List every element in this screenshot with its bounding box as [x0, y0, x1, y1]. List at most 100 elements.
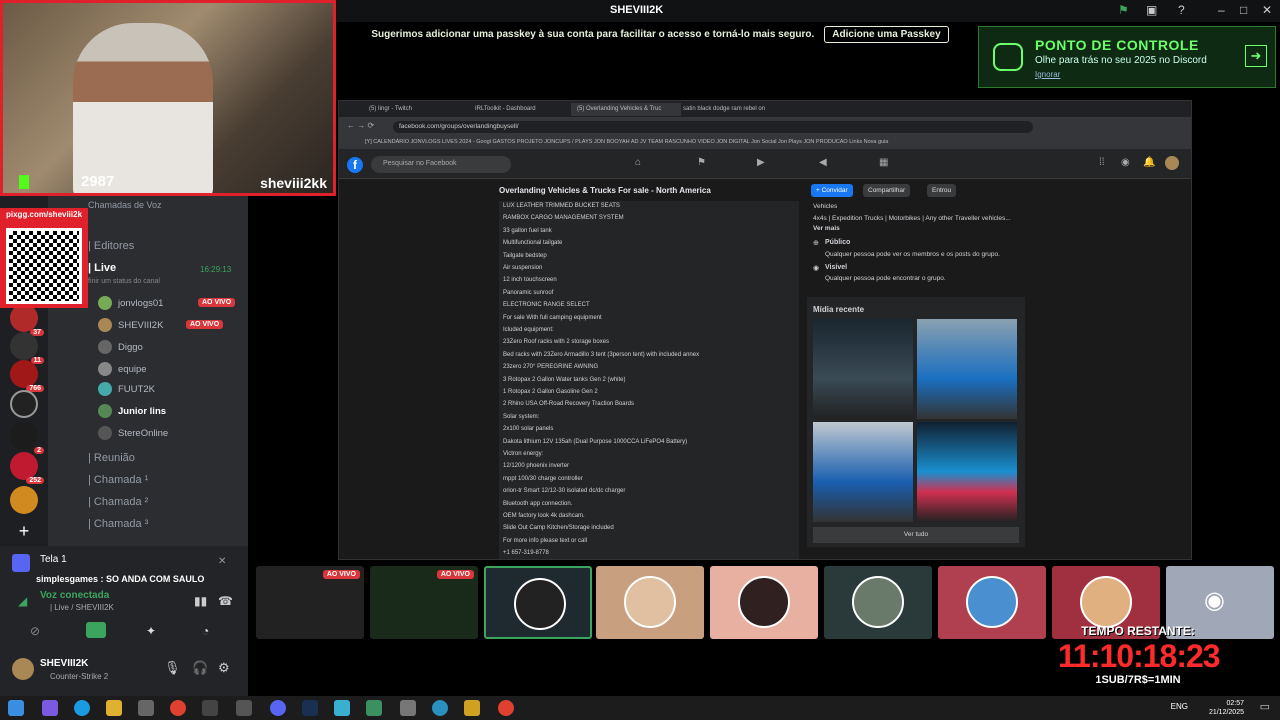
media-photo[interactable] [813, 319, 913, 419]
voice-user[interactable]: Diggo [98, 340, 143, 354]
notification-icon[interactable]: ▭ [1260, 700, 1270, 713]
participant-tile[interactable] [484, 566, 592, 639]
messenger-icon[interactable]: ◉ [1121, 157, 1130, 168]
invite-button[interactable]: + Convidar [811, 184, 853, 197]
server-icon[interactable] [10, 390, 38, 418]
voice-user[interactable]: Junior lins [98, 404, 166, 418]
media-photo[interactable] [813, 422, 913, 522]
channel-status-hint[interactable]: finir um status do canal [88, 278, 160, 285]
close-button[interactable]: ✕ [1262, 3, 1272, 17]
post-line: +1 657-319-8778 [503, 550, 549, 557]
close-icon[interactable]: ✕ [218, 556, 226, 567]
edge-icon[interactable] [74, 700, 90, 716]
soundboard-icon[interactable]: ◔ [202, 624, 209, 638]
help-icon[interactable]: ? [1178, 3, 1185, 17]
see-more-link[interactable]: Ver mais [813, 225, 840, 232]
participant-tile[interactable] [824, 566, 932, 639]
voice-category[interactable]: Chamadas de Voz [88, 200, 162, 210]
server-icon[interactable]: 2 [10, 422, 44, 454]
voice-user[interactable]: FUUT2K [98, 382, 155, 396]
flag-icon[interactable]: ⚑ [1118, 3, 1129, 17]
participant-tile[interactable] [938, 566, 1046, 639]
bookmarks-bar[interactable]: [Y] CALENDÁRIO JONVLOGS LIVES 2024 - Goo… [339, 137, 1191, 149]
settings-icon[interactable]: ⚙ [218, 660, 230, 676]
maximize-button[interactable]: □ [1240, 3, 1247, 17]
settings-icon[interactable] [236, 700, 252, 716]
see-all-button[interactable]: Ver tudo [813, 527, 1019, 543]
language-indicator[interactable]: ENG [1171, 702, 1188, 711]
add-server-icon[interactable]: + [10, 518, 38, 546]
app-icon[interactable] [366, 700, 382, 716]
facebook-search[interactable]: Pesquisar no Facebook [371, 156, 511, 173]
video-icon[interactable]: ▶ [757, 157, 765, 168]
channel-chamada-2[interactable]: | Chamada ² [88, 496, 148, 508]
voice-user[interactable]: jonvlogs01 [98, 296, 163, 310]
facebook-logo-icon[interactable]: f [347, 157, 363, 173]
nav-icons[interactable]: ← → ⟳ [347, 121, 374, 130]
channel-reuniao[interactable]: | Reunião [88, 452, 135, 464]
stream-tile[interactable]: AO VIVO [370, 566, 478, 639]
activity-icon[interactable]: ✦ [146, 624, 156, 638]
mic-icon[interactable]: 🎙 [164, 660, 181, 676]
avatar[interactable] [12, 658, 34, 680]
minimize-button[interactable]: – [1218, 3, 1225, 17]
system-clock[interactable]: 02:57 21/12/2025 [1209, 699, 1244, 717]
participant-tile[interactable] [710, 566, 818, 639]
participant-tile[interactable] [596, 566, 704, 639]
voice-channel[interactable]: | Live / SHEVIII2K [50, 603, 114, 612]
chrome-icon[interactable] [170, 700, 186, 716]
voice-user[interactable]: equipe [98, 362, 147, 376]
tab-active[interactable]: (5) Overlanding Vehicles & Truc [571, 103, 681, 116]
app-icon[interactable] [432, 700, 448, 716]
menu-grid-icon[interactable]: ⁞⁞ [1099, 157, 1105, 168]
gaming-icon[interactable]: ▦ [879, 157, 888, 168]
share-button[interactable]: Compartilhar [863, 184, 911, 197]
screen-share-button[interactable] [86, 622, 106, 638]
flag-icon[interactable]: ⚑ [697, 157, 706, 168]
channel-chamada-3[interactable]: | Chamada ³ [88, 518, 148, 530]
discord-icon[interactable] [270, 700, 286, 716]
tab[interactable]: IRLToolkit - Dashboard [469, 103, 542, 116]
channel-editores[interactable]: | Editores [88, 240, 134, 252]
checkpoint-promo[interactable]: PONTO DE CONTROLE Olhe para trás no seu … [978, 26, 1276, 88]
headphones-icon[interactable]: 🎧 [192, 660, 208, 676]
server-icon[interactable]: 766 [10, 360, 44, 392]
calculator-icon[interactable] [400, 700, 416, 716]
group-name[interactable]: Overlanding Vehicles & Trucks For sale -… [499, 186, 711, 195]
joined-button[interactable]: Entrou [927, 184, 957, 197]
inbox-icon[interactable]: ▣ [1146, 3, 1157, 17]
noise-icon[interactable]: ▮▮ [194, 594, 207, 608]
profile-avatar[interactable] [1165, 156, 1179, 170]
server-icon[interactable]: 252 [10, 452, 44, 484]
store-icon[interactable] [138, 700, 154, 716]
app-icon[interactable] [464, 700, 480, 716]
tab[interactable]: (5) Iingr - Twitch [363, 103, 418, 116]
stream-tile[interactable]: AO VIVO [256, 566, 364, 639]
channel-live[interactable]: | Live [88, 262, 116, 274]
arrow-right-icon[interactable]: ➜ [1245, 45, 1267, 67]
server-icon[interactable]: 11 [10, 332, 44, 364]
steam-icon[interactable] [302, 700, 318, 716]
voice-user[interactable]: StereOnline [98, 426, 168, 440]
disconnect-icon[interactable]: ☎ [218, 594, 233, 608]
home-icon[interactable]: ⌂ [635, 157, 641, 168]
chrome-icon[interactable] [498, 700, 514, 716]
voice-user[interactable]: SHEVIII2K [98, 318, 163, 332]
app-icon[interactable] [334, 700, 350, 716]
server-icon[interactable]: 37 [10, 304, 44, 336]
media-photo[interactable] [917, 422, 1017, 522]
channel-chamada-1[interactable]: | Chamada ¹ [88, 474, 148, 486]
server-icon[interactable] [10, 486, 38, 514]
url-field[interactable]: facebook.com/groups/overlandingbuysell/ [393, 121, 1033, 133]
start-icon[interactable] [8, 700, 24, 716]
tab[interactable]: satin black dodge ram rebel on [677, 103, 771, 116]
checkpoint-ignore-link[interactable]: Ignorar [1035, 70, 1060, 79]
app-icon[interactable] [42, 700, 58, 716]
bell-icon[interactable]: 🔔 [1143, 157, 1155, 168]
add-passkey-button[interactable]: Adicione uma Passkey [824, 25, 949, 43]
media-photo[interactable] [917, 319, 1017, 419]
app-icon[interactable] [202, 700, 218, 716]
explorer-icon[interactable] [106, 700, 122, 716]
megaphone-icon[interactable]: ◀ [819, 157, 827, 168]
camera-off-icon[interactable]: ⊘ [30, 624, 40, 638]
